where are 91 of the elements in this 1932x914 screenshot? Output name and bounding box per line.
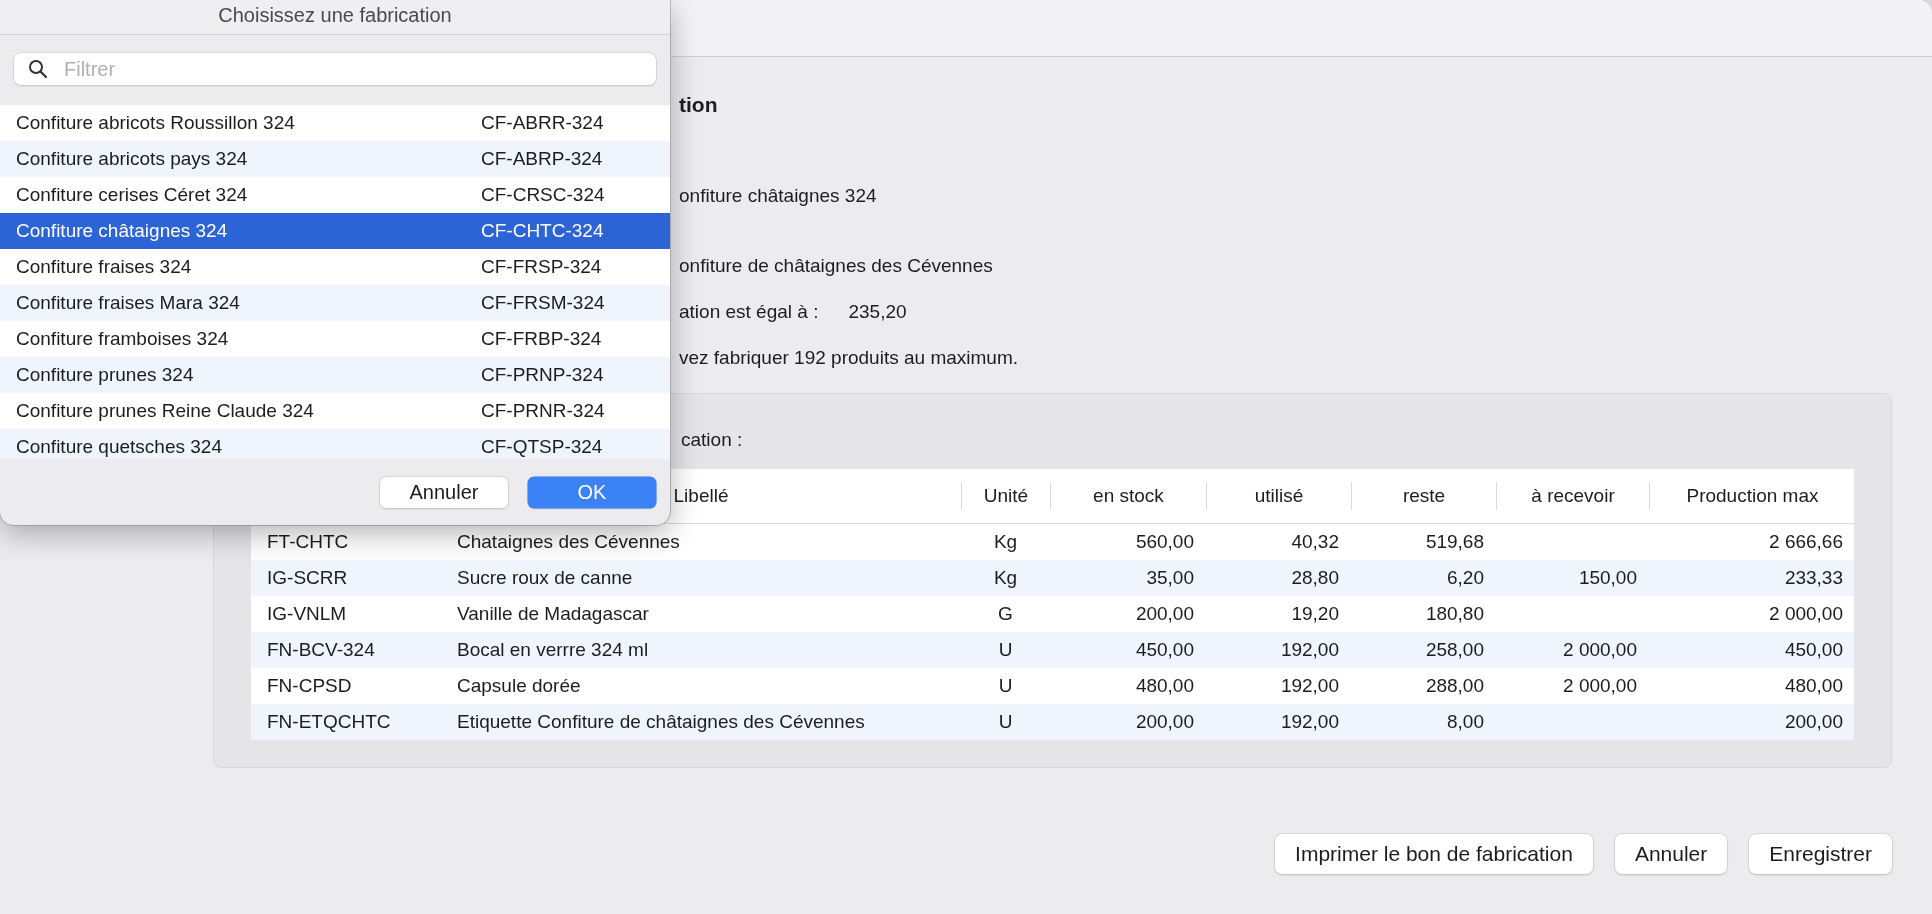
table-cell-text: Bocal en verrre 324 ml [456,639,650,661]
column-header[interactable]: reste [1351,482,1496,510]
table-cell-text: 450,00 [1134,639,1195,661]
table-cell-text: U [997,639,1014,661]
column-header[interactable]: utilisé [1206,482,1351,510]
table-cell-text: 192,00 [1279,711,1340,733]
table-cell-text: 200,00 [1134,603,1195,625]
table-cell-text: 200,00 [1783,711,1844,733]
item-code: CF-FRSP-324 [481,256,603,278]
list-item[interactable]: Confiture abricots pays 324 CF-ABRP-324 [0,141,670,177]
item-code: CF-ABRP-324 [481,148,604,170]
table-cell-text: U [997,675,1014,697]
list-item[interactable]: Confiture quetsches 324 CF-QTSP-324 [0,429,670,459]
table-cell-text: 519,68 [1424,531,1485,553]
item-code: CF-FRSM-324 [481,292,606,314]
table-cell-text: 180,80 [1424,603,1485,625]
table-cell-text: 192,00 [1279,639,1340,661]
table-cell-text: 233,33 [1783,567,1844,589]
section-heading: tion [679,92,719,118]
table-cell-text: 19,20 [1290,603,1340,625]
item-name: Confiture quetsches 324 [16,436,223,458]
table-cell-text: IG-SCRR [266,567,349,589]
column-header[interactable]: Production max [1649,482,1855,510]
table-cell-text: 8,00 [1446,711,1485,733]
field-value: 235,20 [848,300,907,324]
item-code: CF-FRBP-324 [481,328,603,350]
cancel-button[interactable]: Annuler [380,477,508,508]
table-cell-text: Capsule dorée [456,675,582,697]
item-name: Confiture fraises Mara 324 [16,292,241,314]
item-name: Confiture framboises 324 [16,328,230,350]
table-cell-text: 288,00 [1424,675,1485,697]
item-name: Confiture abricots pays 324 [16,148,249,170]
table-cell-text: 28,80 [1290,567,1340,589]
table-cell-text: Kg [992,567,1019,589]
table-cell-text: Sucre roux de canne [456,567,634,589]
field-text: onfiture de châtaignes des Cévennes [679,254,993,278]
table-cell-text: 480,00 [1134,675,1195,697]
item-name: Confiture châtaignes 324 [16,220,229,242]
item-code: CF-ABRR-324 [481,112,605,134]
item-code: CF-CRSC-324 [481,184,606,206]
dialog-button[interactable]: Imprimer le bon de fabrication [1275,834,1593,874]
table-cell-text: 2 000,00 [1562,639,1638,661]
table-cell-text: 2 000,00 [1768,603,1844,625]
column-header[interactable]: Unité [961,482,1050,510]
table-cell-text: FT-CHTC [266,531,350,553]
item-name: Confiture cerises Céret 324 [16,184,249,206]
table-cell-text: 2 666,66 [1768,531,1844,553]
table-cell-text: FN-BCV-324 [266,639,376,661]
item-name: Confiture abricots Roussillon 324 [16,112,296,134]
table-cell-text: 40,32 [1290,531,1340,553]
table-cell-text: 258,00 [1424,639,1485,661]
table-cell-text: 450,00 [1783,639,1844,661]
table-cell-text: FN-CPSD [266,675,353,697]
ok-button[interactable]: OK [528,477,656,508]
table-cell-text: Kg [992,531,1019,553]
group-label: cation : [681,429,743,450]
table-cell-text: 480,00 [1783,675,1844,697]
item-name: Confiture prunes Reine Claude 324 [16,400,315,422]
column-header[interactable]: en stock [1050,482,1206,510]
dialog-button[interactable]: Annuler [1614,834,1728,874]
table-cell-text: FN-ETQCHTC [266,711,392,733]
list-item[interactable]: Confiture châtaignes 324 CF-CHTC-324 [0,213,670,249]
table-cell-text: U [997,711,1014,733]
table-cell-text: 35,00 [1145,567,1195,589]
field-text: vez fabriquer 192 produits au maximum. [679,346,1018,370]
field-label: ation est égal à : [679,300,819,324]
table-cell-text: 150,00 [1577,567,1638,589]
table-cell-text: 6,20 [1446,567,1485,589]
sheet-title: Choisissez une fabrication [0,0,670,35]
table-cell-text: Etiquette Confiture de châtaignes des Cévennes [456,711,866,733]
field-text: onfiture châtaignes 324 [679,184,877,208]
item-code: CF-QTSP-324 [481,436,604,458]
column-header[interactable]: à recevoir [1496,482,1649,510]
table-cell-text: 2 000,00 [1562,675,1638,697]
table-cell-text: 192,00 [1279,675,1340,697]
item-name: Confiture prunes 324 [16,364,195,386]
table-cell-text: 200,00 [1134,711,1195,733]
list-item[interactable]: Confiture fraises Mara 324 CF-FRSM-324 [0,285,670,321]
search-icon [28,59,48,79]
list-item[interactable]: Confiture prunes 324 CF-PRNP-324 [0,357,670,393]
search-field[interactable]: Filtrer [14,53,656,85]
item-code: CF-PRNR-324 [481,400,606,422]
table-cell-text: Vanille de Madagascar [456,603,650,625]
item-name: Confiture fraises 324 [16,256,193,278]
dialog-button[interactable]: Enregistrer [1749,834,1892,874]
table-cell-text: IG-VNLM [266,603,348,625]
table-cell-text: G [997,603,1014,625]
item-code: CF-CHTC-324 [481,220,605,242]
item-code: CF-PRNP-324 [481,364,605,386]
table-cell-text: Chataignes des Cévennes [456,531,681,553]
table-cell-text: 560,00 [1134,531,1195,553]
